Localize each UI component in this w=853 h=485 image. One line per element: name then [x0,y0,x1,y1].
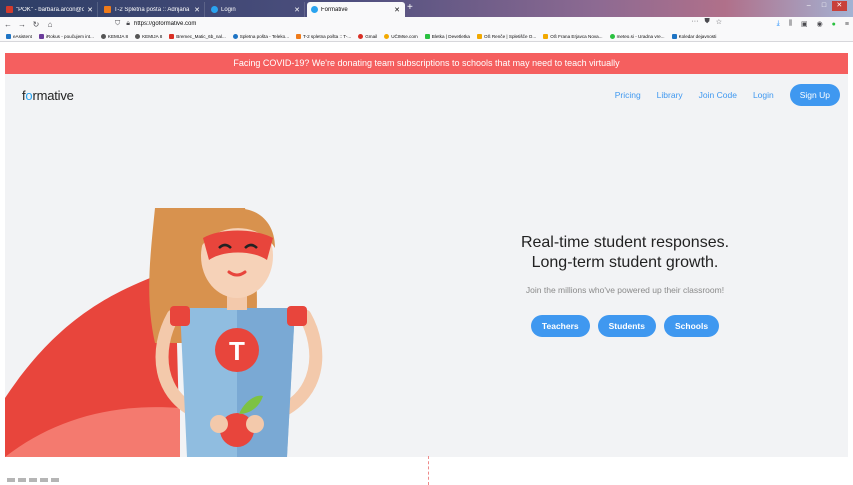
bookmark-icon [6,33,11,39]
top-nav: Pricing Library Join Code Login Sign Up [615,84,840,106]
tracking-shield-icon[interactable]: ⛉ [115,20,120,28]
bookmark-icon [609,33,615,39]
left-sleeve [170,306,190,326]
superhero-teacher-illustration: T [5,208,323,457]
thumbnail[interactable] [18,478,26,482]
window-controls: – □ ✕ [801,1,847,11]
pocket-icon[interactable]: ⛊ [704,18,709,26]
bookmark-item[interactable]: OŠ Frana Erjavca Nova... [543,33,603,39]
dashed-divider [428,456,429,485]
formative-icon [311,6,318,13]
home-icon[interactable]: ⌂ [44,20,56,29]
mail-icon [6,6,13,13]
bookmark-item[interactable]: KEMIJA 8 [100,33,128,39]
bookmark-item[interactable]: Spletna pošta - Teleko... [232,33,289,39]
maximize-icon[interactable]: □ [816,1,831,11]
menu-icon[interactable]: ≡ [845,21,849,28]
gmail-icon [169,33,175,39]
sidebar-icon[interactable]: ▣ [801,20,808,28]
left-hand [210,415,228,433]
hero-headline-line2: Long-term student growth. [531,254,719,271]
hero-headline: Real-time student responses. Long-term s… [465,233,785,273]
bookmarks-bar: eAsistent iRokus - poučujem int... KEMIJ… [0,31,853,42]
downloads-icon[interactable]: ⤓ [777,20,780,28]
bookmark-icon [671,33,677,39]
tab-strip: "POK" - barbara.arcon@os-ifuo... ✕ T-2 S… [0,0,853,17]
tab-t2-mail[interactable]: T-2 Spletna pošta :: Adrijana M... ✕ [100,2,205,17]
page-thumbnails [7,478,77,483]
bookmark-icon [100,33,106,39]
thumbnail[interactable] [7,478,15,482]
close-window-icon[interactable]: ✕ [831,1,847,11]
thumbnail[interactable] [29,478,37,482]
t-emblem-letter: T [229,336,245,366]
thumbnail[interactable] [40,478,48,482]
bookmark-item[interactable]: UČIMse.com [384,33,418,39]
account-icon[interactable]: ◉ [817,20,823,28]
library-icon[interactable]: ⫼ [789,20,792,28]
sign-up-button[interactable]: Sign Up [789,84,840,106]
browser-window: "POK" - barbara.arcon@os-ifuo... ✕ T-2 S… [0,0,853,485]
mail-icon [104,6,111,13]
tab-login[interactable]: Login ✕ [207,2,305,17]
tab-formative[interactable]: Formative ✕ [307,2,405,17]
close-tab-icon[interactable]: ✕ [394,6,400,14]
hero-headline-line1: Real-time student responses. [520,234,730,251]
bookmark-item[interactable]: Gmail [358,33,377,39]
thumbnail[interactable] [51,478,59,482]
students-button[interactable]: Students [597,315,656,337]
bookmark-item[interactable]: iRokus - poučujem int... [38,33,94,39]
hero-subtitle: Join the millions who've powered up thei… [525,285,725,295]
page-actions-icon[interactable]: ··· [691,18,698,26]
schools-button[interactable]: Schools [664,315,720,337]
bookmark-icon [38,33,44,39]
bookmark-item[interactable]: Bremec_Matic_6b_nal... [169,33,226,39]
forward-icon[interactable]: → [16,20,28,29]
navigation-toolbar: ← → ↻ ⌂ ⛉ 🔒︎ ··· ⛊ ☆ ⤓ ⫼ ▣ ◉ ● ≡ [0,17,853,31]
teachers-button[interactable]: Teachers [530,315,590,337]
bookmark-star-icon[interactable]: ☆ [716,18,722,26]
address-bar[interactable]: ⛉ 🔒︎ ··· ⛊ ☆ [115,18,722,30]
bookmark-item[interactable]: Koledar dejavnosti [671,33,716,39]
bookmark-icon [232,33,238,39]
formative-icon [211,6,218,13]
google-icon [358,33,364,39]
toolbar-icons: ⤓ ⫼ ▣ ◉ ● ≡ [777,17,849,31]
lock-icon[interactable]: 🔒︎ [126,20,130,28]
formative-logo[interactable]: formative [22,88,74,103]
minimize-icon[interactable]: – [801,1,816,11]
covid-promo-banner[interactable]: Facing COVID-19? We're donating team sub… [5,53,848,74]
nav-join-code-link[interactable]: Join Code [699,90,737,100]
bookmark-icon [296,33,301,39]
close-tab-icon[interactable]: ✕ [294,6,300,14]
bookmark-item[interactable]: meteo.si - Uradna vre... [609,33,665,39]
reload-icon[interactable]: ↻ [30,20,42,29]
nav-library-link[interactable]: Library [657,90,683,100]
tab-pok[interactable]: "POK" - barbara.arcon@os-ifuo... ✕ [2,2,98,17]
bookmark-item[interactable]: eAsistent [6,33,32,39]
back-icon[interactable]: ← [2,20,14,29]
formative-page: Facing COVID-19? We're donating team sub… [5,53,848,457]
bookmark-item[interactable]: OŠ Renče | Spletišče O... [476,33,536,39]
right-hand [246,415,264,433]
bookmark-item[interactable]: KEMIJA 8 [135,33,162,39]
bookmark-icon [424,33,430,39]
bookmark-icon [135,33,141,39]
close-tab-icon[interactable]: ✕ [194,6,200,14]
right-sleeve [287,306,307,326]
close-tab-icon[interactable]: ✕ [87,6,93,14]
new-tab-button[interactable]: + [407,2,413,14]
hero-buttons: Teachers Students Schools [465,315,785,337]
bookmark-item[interactable]: T-2 spletna pošta :: T-... [296,33,351,39]
bookmark-icon [384,33,390,39]
bookmark-item[interactable]: Bletka | Devetletka [424,33,470,39]
bookmark-icon [543,33,549,39]
extension-icon[interactable]: ● [832,21,836,28]
url-input[interactable] [133,19,654,29]
bookmark-icon [476,33,482,39]
nav-login-link[interactable]: Login [753,90,774,100]
nav-pricing-link[interactable]: Pricing [615,90,641,100]
url-actions: ··· ⛊ ☆ [691,18,722,26]
